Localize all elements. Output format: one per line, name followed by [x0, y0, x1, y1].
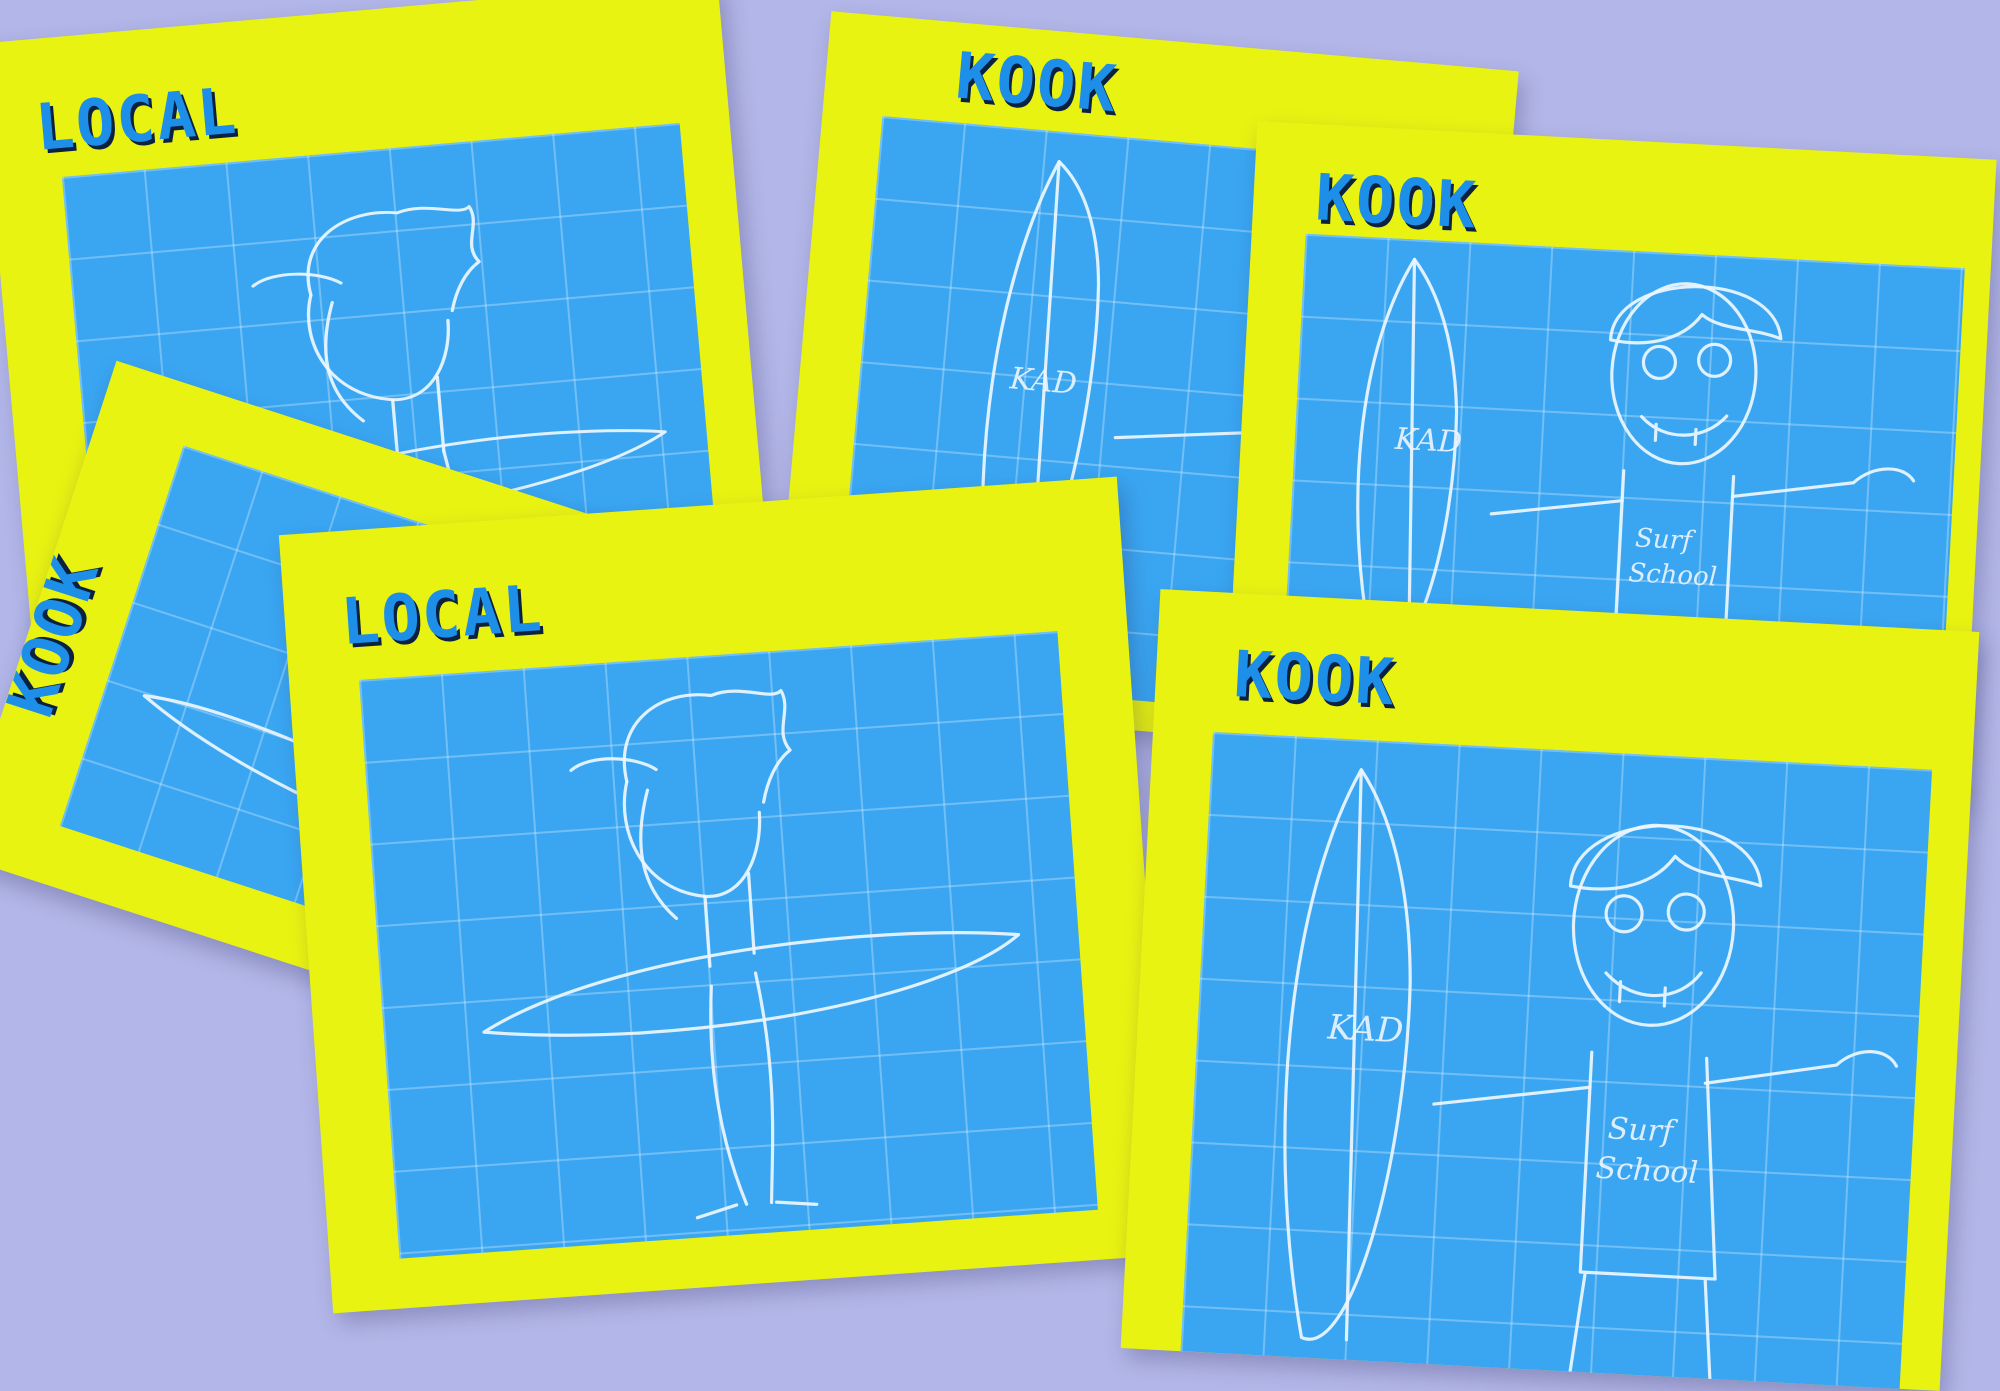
card-title: LOCAL [32, 74, 241, 166]
shirt-text-line-2: School [1628, 558, 1718, 593]
shirt-text-line-1: Surf [1607, 1111, 1679, 1150]
board-logo: KAD [1393, 422, 1463, 461]
shirt-text-line-2: School [1595, 1151, 1699, 1191]
shirt-text-line-1: Surf [1634, 523, 1696, 556]
kook-surfer-sketch: KAD Surf School [1283, 768, 1899, 1381]
card-artwork [359, 631, 1098, 1259]
card-title: KOOK [0, 548, 115, 726]
card-title: KOOK [952, 39, 1121, 128]
card-artwork: KAD Surf School [1180, 732, 1933, 1389]
card-local-center: LOCAL [278, 476, 1172, 1314]
card-title: LOCAL [338, 572, 546, 661]
board-logo: KAD [1326, 1007, 1405, 1051]
board-logo: KAD [1008, 361, 1079, 402]
local-surfer-sketch [482, 689, 1021, 1220]
card-title: KOOK [1313, 161, 1480, 244]
card-title: KOOK [1232, 638, 1398, 721]
card-scene: LOCAL KOOK KAD Surf School [0, 0, 2000, 1391]
card-kook-bottom-right: KOOK KAD Surf School [1120, 589, 1980, 1391]
